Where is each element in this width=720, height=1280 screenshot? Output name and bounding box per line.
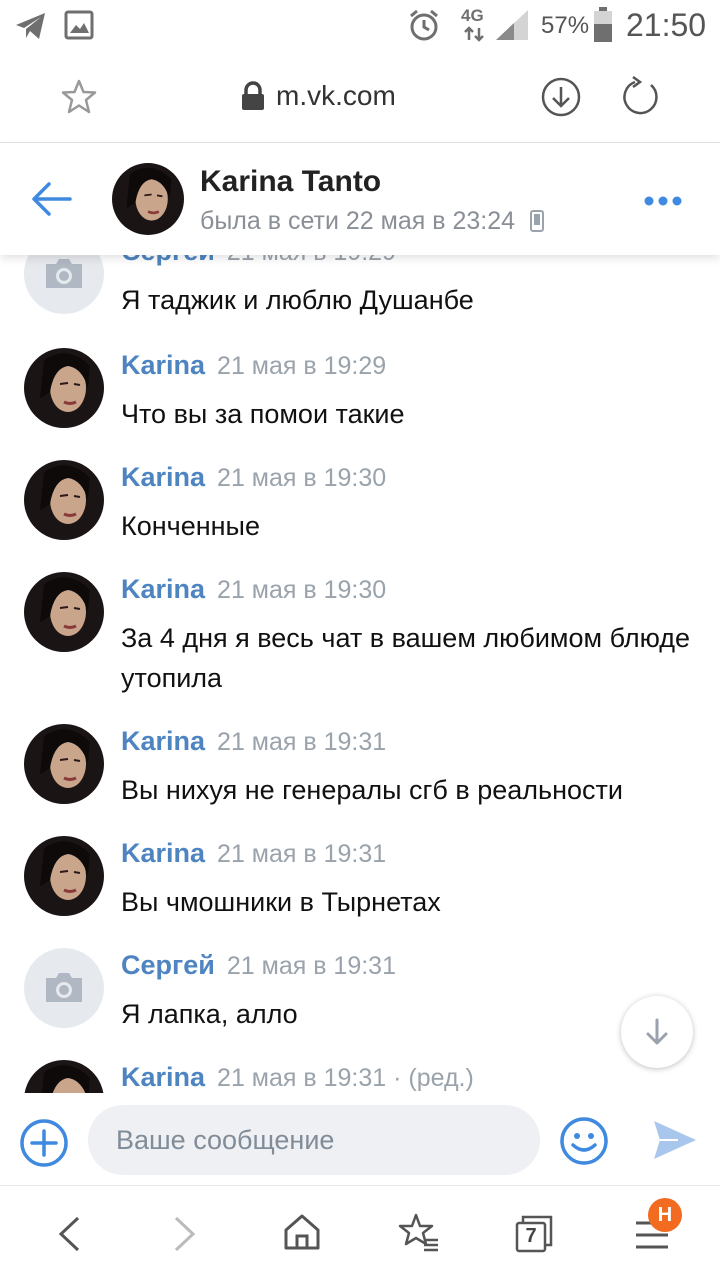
- message-text: Конченные: [121, 511, 260, 541]
- avatar[interactable]: [24, 836, 104, 916]
- reload-icon[interactable]: [620, 76, 662, 118]
- message-list[interactable]: Сергей21 мая в 19:29 Я таджик и люблю Ду…: [0, 255, 720, 1093]
- message-time: 21 мая в 19:31: [226, 952, 396, 980]
- signal-icon: [496, 10, 528, 40]
- chat-last-seen: была в сети 22 мая в 23:24: [200, 207, 544, 236]
- message-author[interactable]: Karina 21 мая в 19:29: [121, 350, 386, 381]
- browser-bottom-nav: 7: [0, 1186, 720, 1280]
- message-text: Что вы за помои такие: [121, 399, 405, 429]
- download-icon[interactable]: [540, 76, 582, 118]
- chat-title: Karina Tanto: [200, 165, 382, 198]
- bookmark-star-icon[interactable]: [60, 78, 98, 116]
- nav-forward-icon[interactable]: [172, 1216, 198, 1252]
- url-text: m.vk.com: [276, 80, 396, 111]
- message-time: 21 мая в 19:30: [217, 464, 387, 492]
- alarm-icon: [410, 9, 438, 41]
- message-composer: [0, 1093, 720, 1186]
- message-input[interactable]: [88, 1105, 540, 1175]
- back-arrow-icon[interactable]: [30, 181, 74, 217]
- data-arrows-icon: [464, 26, 484, 42]
- arrow-down-icon: [646, 1018, 668, 1045]
- message-time: 21 мая в 19:31: [217, 728, 387, 756]
- message-author[interactable]: Karina 21 мая в 19:30: [121, 462, 386, 493]
- status-bar: 4G 57% 21:50: [0, 0, 720, 52]
- address-bar[interactable]: m.vk.com: [240, 80, 396, 112]
- message-text: Вы нихуя не генералы сгб в реальности: [121, 775, 623, 805]
- message-time: 21 мая в 19:31: [217, 840, 387, 868]
- send-icon[interactable]: [652, 1119, 698, 1161]
- browser-toolbar: m.vk.com: [0, 52, 720, 143]
- attach-plus-icon[interactable]: [18, 1117, 70, 1169]
- message-time: 21 мая в 19:31 · (ред.): [217, 1064, 474, 1092]
- battery-percent: 57%: [541, 12, 590, 39]
- clock: 21:50: [626, 7, 707, 43]
- more-options-icon[interactable]: [643, 195, 683, 207]
- camera-icon: [24, 948, 104, 1028]
- message-text: Вы чмошники в Тырнетах: [121, 887, 441, 917]
- notification-badge: Н: [648, 1198, 682, 1232]
- lock-icon: [242, 81, 264, 110]
- scroll-down-button[interactable]: [621, 996, 693, 1068]
- message-author[interactable]: Сергей 21 мая в 19:31: [121, 950, 396, 981]
- avatar-placeholder[interactable]: [24, 948, 104, 1028]
- network-type: 4G: [461, 6, 484, 25]
- message-time: 21 мая в 19:29: [227, 255, 396, 266]
- message-time: 21 мая в 19:29: [217, 352, 387, 380]
- avatar[interactable]: [24, 460, 104, 540]
- emoji-icon[interactable]: [558, 1115, 610, 1167]
- telegram-icon: [16, 13, 45, 39]
- chat-avatar[interactable]: [112, 163, 184, 235]
- mobile-icon: [529, 210, 544, 232]
- message-author[interactable]: Karina 21 мая в 19:30: [121, 574, 386, 605]
- avatar[interactable]: [24, 1060, 104, 1093]
- camera-icon: [24, 255, 104, 314]
- avatar-placeholder[interactable]: [24, 255, 104, 314]
- message-author[interactable]: Сергей21 мая в 19:29: [121, 255, 396, 267]
- home-icon[interactable]: [282, 1212, 322, 1252]
- message-author[interactable]: Karina 21 мая в 19:31: [121, 726, 386, 757]
- avatar[interactable]: [24, 572, 104, 652]
- message-text: Я таджик и люблю Душанбе: [121, 285, 474, 315]
- message-time: 21 мая в 19:30: [217, 576, 387, 604]
- bookmarks-icon[interactable]: [398, 1212, 440, 1254]
- battery-icon: [594, 7, 612, 42]
- message-author[interactable]: Karina 21 мая в 19:31 · (ред.): [121, 1062, 474, 1093]
- message-text: За 4 дня я весь чат в вашем любимом блюд…: [121, 623, 691, 693]
- message-author[interactable]: Karina 21 мая в 19:31: [121, 838, 386, 869]
- nav-back-icon[interactable]: [56, 1216, 82, 1252]
- gallery-icon: [64, 10, 94, 40]
- message-text: Я лапка, алло: [121, 999, 298, 1029]
- avatar[interactable]: [24, 348, 104, 428]
- tabs-count: 7: [525, 1225, 537, 1247]
- tabs-button[interactable]: 7: [514, 1214, 554, 1254]
- avatar[interactable]: [24, 724, 104, 804]
- chat-header: Karina Tanto была в сети 22 мая в 23:24: [0, 143, 720, 255]
